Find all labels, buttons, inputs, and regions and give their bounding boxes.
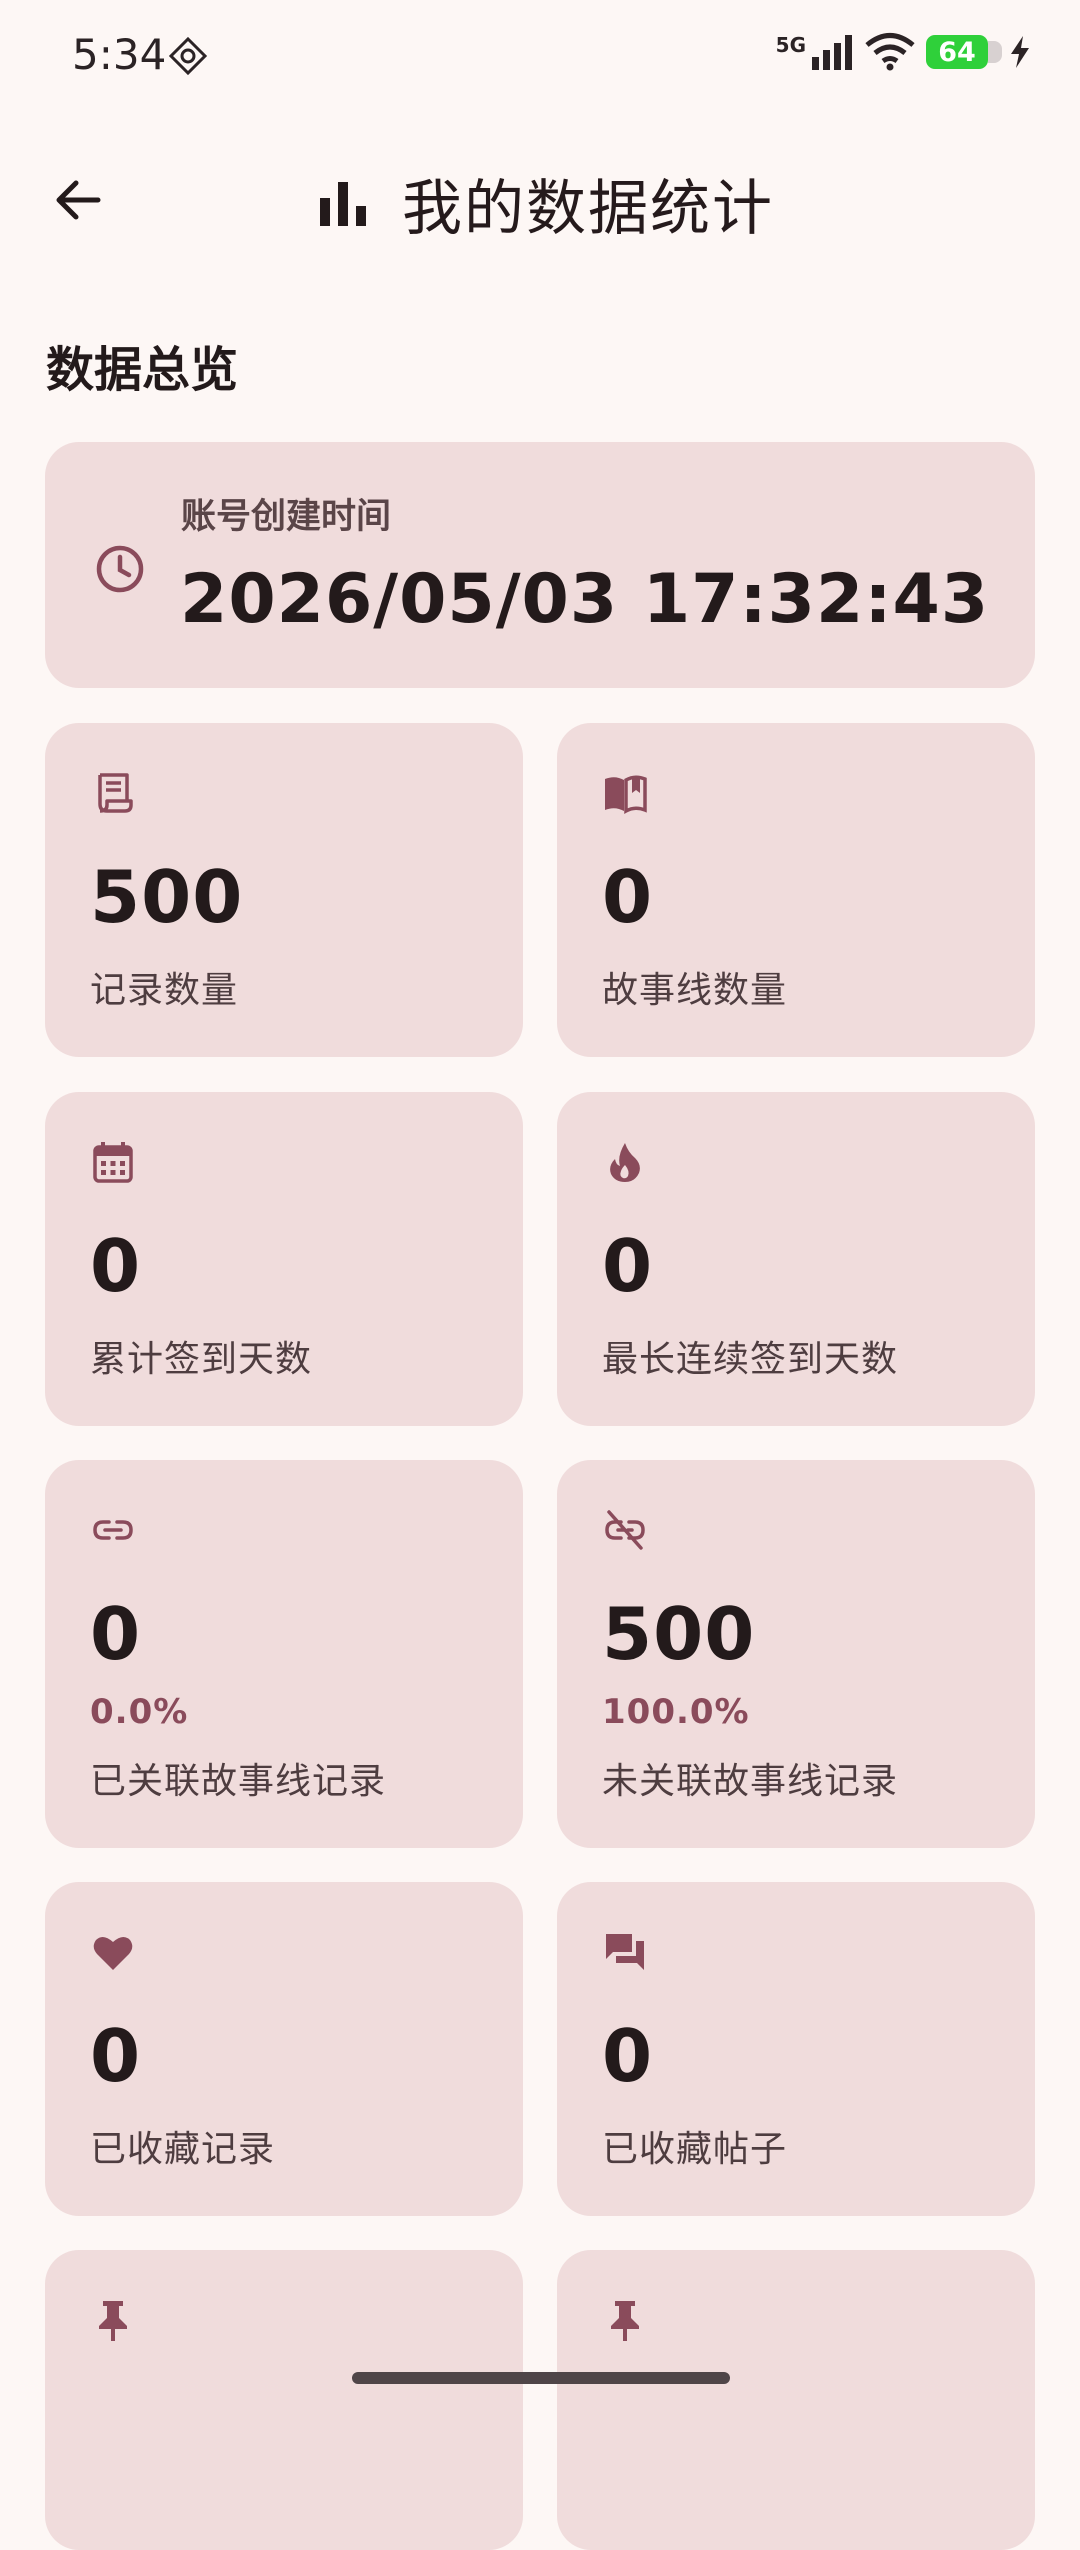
stat-card-favorite-posts[interactable]: 0 已收藏帖子 [557, 1882, 1035, 2216]
book-icon [605, 775, 647, 814]
stat-value: 0 [602, 1224, 654, 1308]
account-created-value: 2026/05/03 17:32:43 [180, 560, 990, 639]
app-bar-title: 我的数据统计 [318, 160, 774, 247]
status-indicators: 5G 64 [776, 32, 1032, 72]
stat-card-storylines[interactable]: 0 故事线数量 [557, 723, 1035, 1057]
bar-chart-icon [320, 181, 366, 226]
stat-value: 0 [602, 2014, 654, 2098]
back-button[interactable] [46, 168, 110, 232]
stat-value: 0 [90, 2014, 142, 2098]
link-off-icon [605, 1510, 645, 1550]
battery-indicator: 64 [926, 35, 1002, 69]
status-time: 5:34 [72, 30, 167, 79]
stat-card-pinned-right[interactable] [557, 2250, 1035, 2550]
stat-percent: 100.0% [602, 1692, 750, 1732]
home-indicator[interactable] [352, 2372, 730, 2384]
heart-icon [93, 1936, 133, 1970]
stat-card-favorite-records[interactable]: 0 已收藏记录 [45, 1882, 523, 2216]
stat-value: 500 [602, 1592, 756, 1676]
network-type: 5G [775, 33, 806, 57]
charging-icon [1011, 36, 1029, 68]
stat-label: 未关联故事线记录 [602, 1761, 899, 1802]
stat-label: 已收藏帖子 [602, 2129, 788, 2170]
stat-value: 0 [90, 1592, 142, 1676]
stat-label: 记录数量 [90, 970, 239, 1011]
stat-percent: 0.0% [90, 1692, 189, 1732]
stat-value: 0 [602, 855, 654, 939]
link-icon [93, 1520, 133, 1540]
calendar-icon [93, 1142, 133, 1183]
pin-icon [611, 2301, 639, 2341]
stat-card-pinned-left[interactable] [45, 2250, 523, 2550]
wifi-icon [865, 33, 915, 71]
stat-card-linked-records[interactable]: 0 0.0% 已关联故事线记录 [45, 1460, 523, 1848]
fire-icon [610, 1143, 640, 1182]
receipt-icon [98, 773, 133, 813]
stat-label: 累计签到天数 [90, 1339, 313, 1380]
account-created-label: 账号创建时间 [181, 497, 392, 537]
stat-label: 最长连续签到天数 [602, 1339, 899, 1380]
location-icon [168, 36, 208, 76]
stat-label: 已关联故事线记录 [90, 1761, 387, 1802]
section-title: 数据总览 [46, 342, 239, 398]
page-title: 我的数据统计 [402, 174, 774, 244]
forum-icon [606, 1934, 644, 1970]
stat-value: 500 [90, 855, 244, 939]
stat-card-checkin-days[interactable]: 0 累计签到天数 [45, 1092, 523, 1426]
stat-value: 0 [90, 1224, 142, 1308]
stat-label: 已收藏记录 [90, 2129, 276, 2170]
stat-card-unlinked-records[interactable]: 500 100.0% 未关联故事线记录 [557, 1460, 1035, 1848]
pin-icon [99, 2301, 127, 2341]
stat-card-longest-streak[interactable]: 0 最长连续签到天数 [557, 1092, 1035, 1426]
arrow-back-icon [56, 180, 101, 220]
account-created-card: 账号创建时间 2026/05/03 17:32:43 [45, 442, 1035, 688]
clock-icon [96, 545, 144, 593]
cellular-signal-icon: 5G [776, 33, 854, 71]
stat-label: 故事线数量 [602, 970, 788, 1011]
stat-card-records[interactable]: 500 记录数量 [45, 723, 523, 1057]
